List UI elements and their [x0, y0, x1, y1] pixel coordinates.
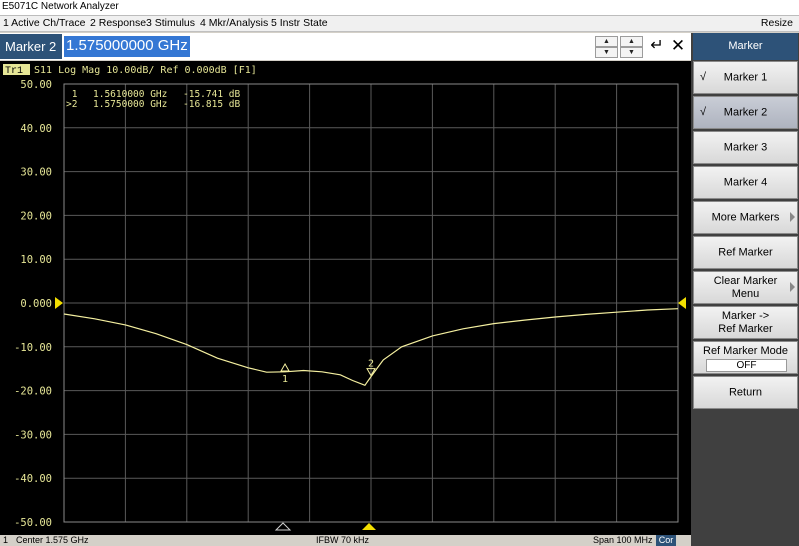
menu-mkr-analysis[interactable]: 4 Mkr/Analysis	[200, 17, 268, 29]
step-up-button[interactable]: ▲	[620, 36, 643, 47]
entry-label: Marker 2	[0, 34, 62, 59]
spin-up-button[interactable]: ▲	[595, 36, 618, 47]
y-axis-labels: 50.00 40.00 30.00 20.00 10.00 0.000 -10.00 -20.…	[14, 79, 52, 529]
softkey-label: Ref Marker	[718, 246, 773, 258]
status-center: Center 1.575 GHz	[16, 535, 89, 545]
softkey-label: Marker 2	[723, 106, 768, 118]
menu-instr-state[interactable]: 5 Instr State	[271, 17, 328, 29]
y-tick-label: -50.00	[14, 517, 52, 529]
status-bar: 1 Center 1.575 GHz IFBW 70 kHz Span 100 …	[0, 535, 691, 546]
window-title: E5071C Network Analyzer	[2, 1, 119, 12]
softkey-clear-marker-menu[interactable]: Clear Marker Menu	[693, 271, 798, 304]
status-cor-badge: Cor	[656, 535, 676, 546]
softkey-marker-4[interactable]: Marker 4	[693, 166, 798, 199]
submenu-arrow-icon	[790, 282, 795, 292]
enter-icon[interactable]: ↵	[646, 37, 668, 57]
y-tick-label: 50.00	[20, 79, 52, 91]
submenu-arrow-icon	[790, 212, 795, 222]
softkey-label-line2: Ref Marker	[718, 322, 773, 335]
y-tick-label: 20.00	[20, 210, 52, 222]
softkey-menu-title: Marker	[693, 33, 798, 60]
marker-1-label: 1	[282, 374, 288, 385]
marker-readout-2-prefix: >2	[66, 99, 77, 110]
window-titlebar: E5071C Network Analyzer	[0, 0, 799, 16]
softkey-marker-to-ref-marker[interactable]: Marker -> Ref Marker	[693, 306, 798, 339]
softkey-label: Marker 3	[723, 141, 768, 153]
y-tick-label: -30.00	[14, 429, 52, 441]
menu-bar: 1 Active Ch/Trace 2 Response 3 Stimulus …	[0, 16, 799, 32]
ref-level-right-triangle[interactable]	[678, 297, 686, 309]
softkey-marker-2[interactable]: √ Marker 2	[693, 96, 798, 129]
y-tick-label: 0.000	[20, 298, 52, 310]
step-down-button[interactable]: ▼	[620, 47, 643, 58]
y-tick-label: 10.00	[20, 254, 52, 266]
trace-header: S11 Log Mag 10.00dB/ Ref 0.000dB [F1]	[34, 65, 257, 76]
status-span: Span 100 MHz	[593, 535, 653, 545]
marker-readout-2-freq: 1.5750000 GHz	[93, 99, 167, 110]
status-channel: 1	[3, 535, 9, 545]
menu-active-ch-trace[interactable]: 1 Active Ch/Trace	[3, 17, 85, 29]
ref-marker-mode-value: OFF	[706, 359, 787, 372]
menu-response[interactable]: 2 Response	[90, 17, 146, 29]
softkey-marker-1[interactable]: √ Marker 1	[693, 61, 798, 94]
softkey-panel: Marker √ Marker 1 √ Marker 2 Marker 3 Ma…	[691, 33, 799, 546]
status-ifbw: IFBW 70 kHz	[316, 535, 370, 545]
marker-2-label: 2	[368, 359, 374, 370]
menu-resize[interactable]: Resize	[761, 17, 793, 29]
softkey-more-markers[interactable]: More Markers	[693, 201, 798, 234]
softkey-label: Marker 1	[723, 71, 768, 83]
trace-markers: 12	[280, 359, 376, 385]
marker-readout-2-value: -16.815 dB	[183, 99, 240, 110]
softkey-label-line2: Menu	[731, 287, 760, 300]
trace-tag: Tr1	[5, 66, 23, 77]
softkey-marker-3[interactable]: Marker 3	[693, 131, 798, 164]
marker-1-stimulus-triangle[interactable]	[274, 522, 292, 531]
softkey-label: Return	[728, 386, 763, 398]
softkey-ref-marker[interactable]: Ref Marker	[693, 236, 798, 269]
softkey-ref-marker-mode[interactable]: Ref Marker Mode OFF	[693, 341, 798, 374]
y-tick-label: -40.00	[14, 473, 52, 485]
measurement-display: 50.00 40.00 30.00 20.00 10.00 0.000 -10.00 -20.…	[0, 61, 691, 535]
marker-1-triangle	[280, 362, 290, 372]
softkey-label-line1: Marker ->	[721, 309, 770, 322]
softkey-label: Marker 4	[723, 176, 768, 188]
marker-frequency-input[interactable]	[64, 35, 591, 58]
menu-stimulus[interactable]: 3 Stimulus	[146, 17, 195, 29]
trace-plot: 50.00 40.00 30.00 20.00 10.00 0.000 -10.00 -20.…	[3, 64, 686, 531]
plot-grid	[63, 83, 679, 523]
marker-2-stimulus-triangle[interactable]	[362, 523, 376, 530]
entry-bar: Marker 2 1.575000000 GHz ▲ ▼ ▲ ▼ ↵ ✕	[0, 33, 691, 60]
softkey-return[interactable]: Return	[693, 376, 798, 409]
ref-level-left-triangle[interactable]	[55, 297, 63, 309]
y-tick-label: 30.00	[20, 167, 52, 179]
close-icon[interactable]: ✕	[668, 37, 688, 57]
softkey-label: Ref Marker Mode	[703, 345, 788, 357]
spin-down-button[interactable]: ▼	[595, 47, 618, 58]
y-tick-label: 40.00	[20, 123, 52, 135]
softkey-label: More Markers	[711, 211, 780, 223]
y-tick-label: -10.00	[14, 342, 52, 354]
softkey-label-line1: Clear Marker	[713, 274, 778, 287]
y-tick-label: -20.00	[14, 386, 52, 398]
